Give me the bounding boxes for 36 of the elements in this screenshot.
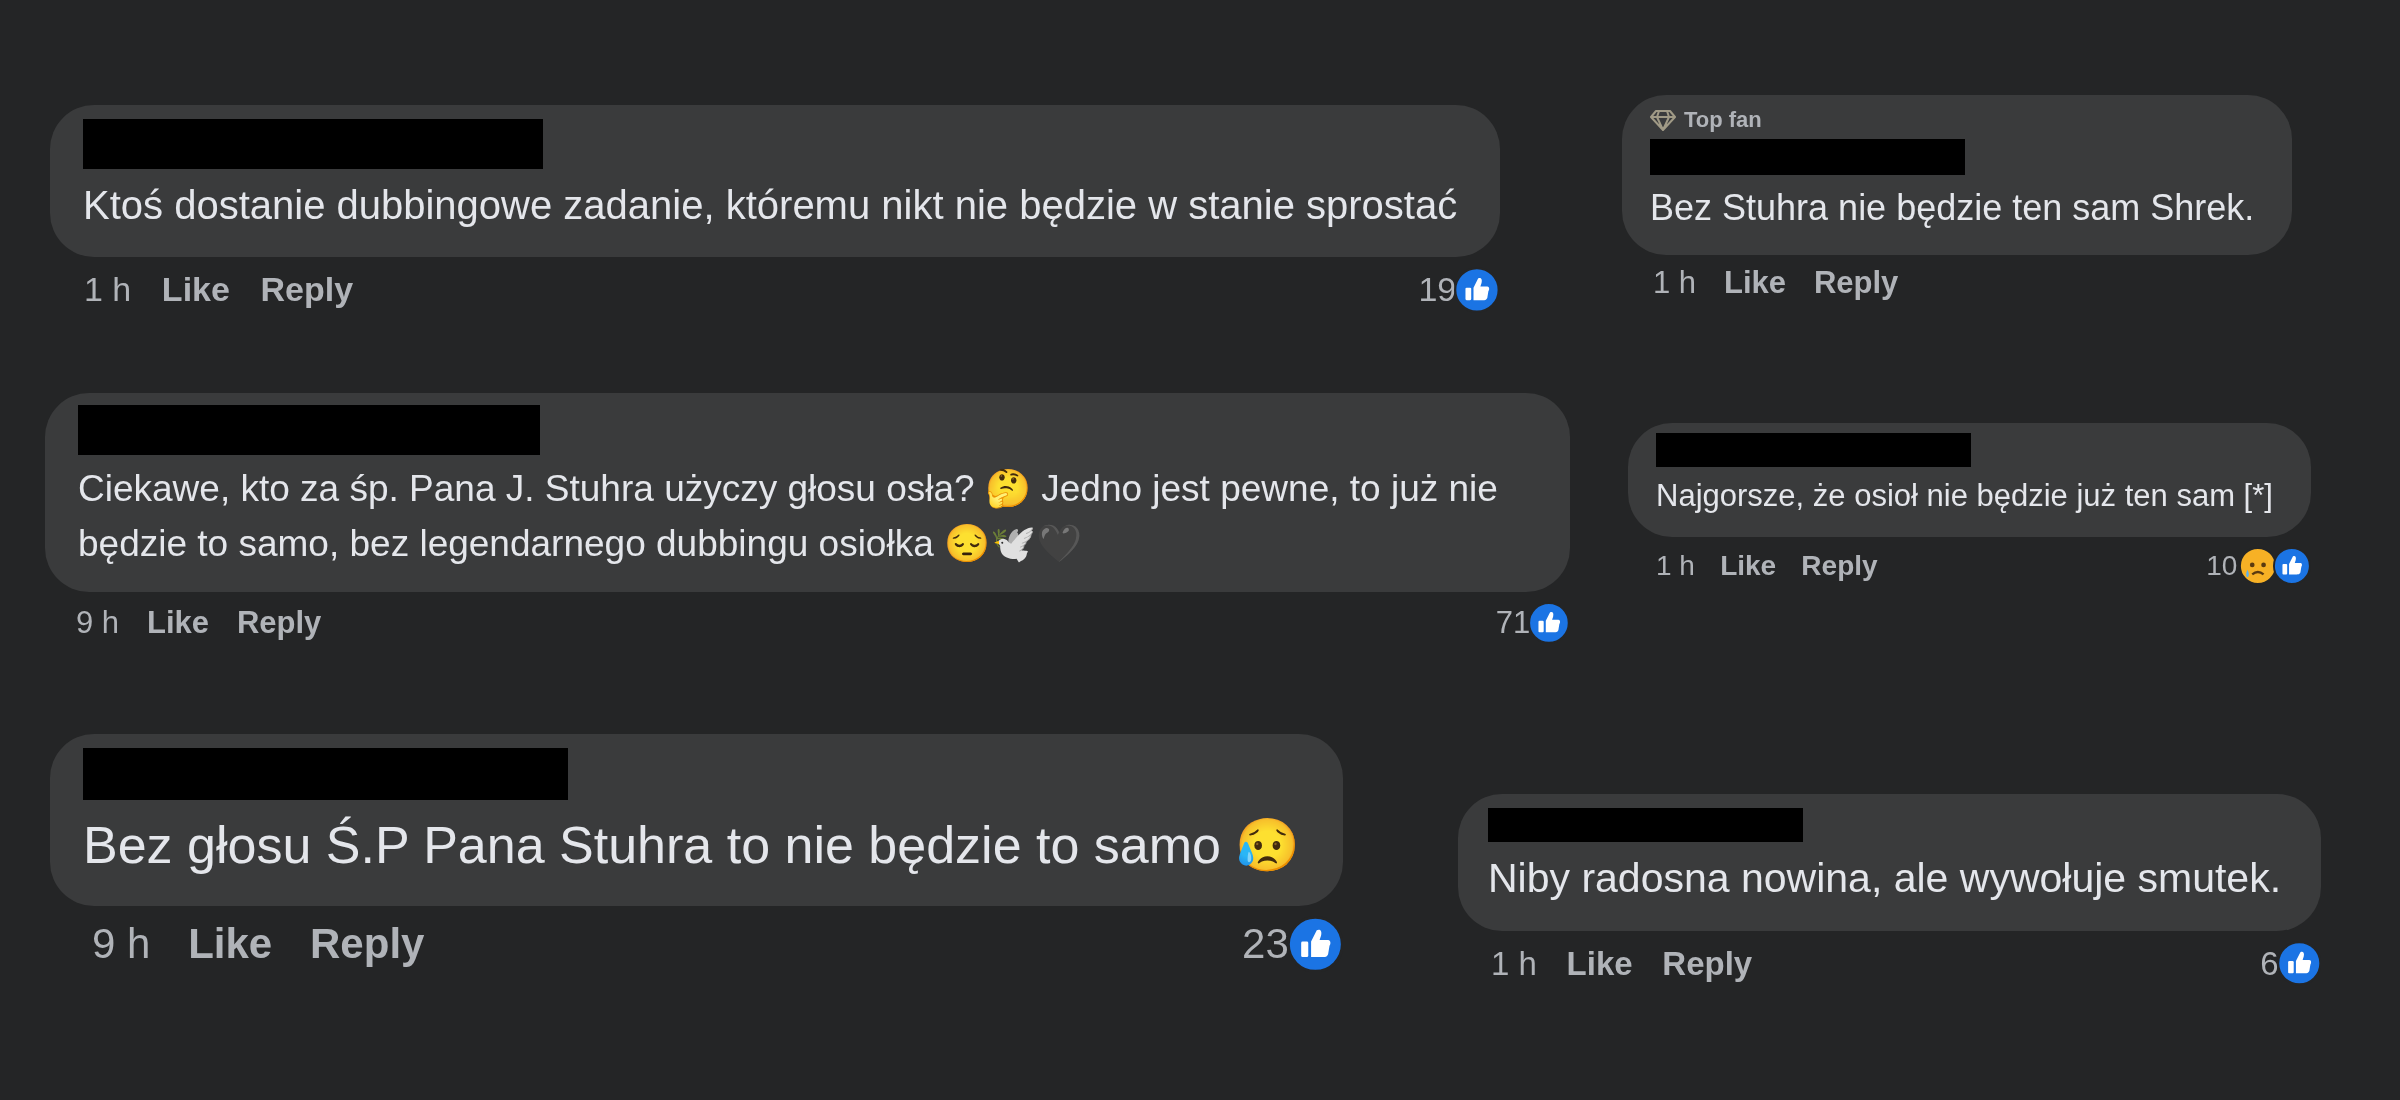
- like-link[interactable]: Like: [161, 270, 230, 310]
- comment-text: Najgorsze, że osioł nie będzie już ten sam [*]: [1656, 476, 2273, 515]
- comment-text: Ktoś dostanie dubbingowe zadanie, któremu nikt nie będzie w stanie sprostać: [83, 182, 1458, 229]
- like-link[interactable]: Like: [147, 604, 210, 641]
- comment-time: 1 h: [84, 270, 132, 310]
- like-reaction-icon: [2273, 547, 2311, 586]
- like-reaction-icon: [1286, 915, 1344, 973]
- comment-text: Niby radosna nowina, ale wywołuje smutek.: [1488, 853, 2282, 903]
- reply-link[interactable]: Reply: [236, 604, 322, 641]
- like-reaction-icon: [1528, 601, 1570, 644]
- like-reaction-icon: [1454, 267, 1501, 313]
- reaction-count: 19: [1418, 270, 1457, 310]
- badge-label: Top fan: [1684, 107, 1762, 133]
- like-link[interactable]: Like: [1724, 265, 1787, 301]
- reaction-count: 6: [2260, 944, 2279, 983]
- like-reaction-icon: [2276, 941, 2322, 986]
- reaction-count: 23: [1242, 920, 1289, 969]
- comment-time: 9 h: [92, 920, 151, 969]
- like-link[interactable]: Like: [1720, 550, 1777, 583]
- reply-link[interactable]: Reply: [310, 920, 425, 969]
- reply-link[interactable]: Reply: [1813, 265, 1899, 301]
- reply-link[interactable]: Reply: [1662, 944, 1753, 983]
- reaction-count: 10: [2206, 550, 2238, 583]
- like-link[interactable]: Like: [188, 920, 273, 969]
- comment-time: 1 h: [1656, 550, 1695, 583]
- diamond-icon: [1650, 109, 1676, 131]
- like-link[interactable]: Like: [1566, 944, 1633, 983]
- comment-text: Bez Stuhra nie będzie ten sam Shrek.: [1650, 186, 2255, 230]
- comment-text: Ciekawe, kto za śp. Pana J. Stuhra użyczy głosu osła? 🤔 Jedno jest pewne, to już nie będzie to samo, bez legendarnego dubbingu osiołka 😔🕊🖤: [78, 466, 1499, 567]
- comment-time: 1 h: [1653, 265, 1697, 301]
- reaction-count: 71: [1495, 604, 1531, 641]
- comment-time: 9 h: [76, 604, 120, 641]
- comment-text: Bez głosu Ś.P Pana Stuhra to nie będzie to samo 😥: [83, 814, 1301, 876]
- comment-time: 1 h: [1491, 944, 1537, 983]
- reply-link[interactable]: Reply: [260, 270, 354, 310]
- reply-link[interactable]: Reply: [1801, 550, 1878, 583]
